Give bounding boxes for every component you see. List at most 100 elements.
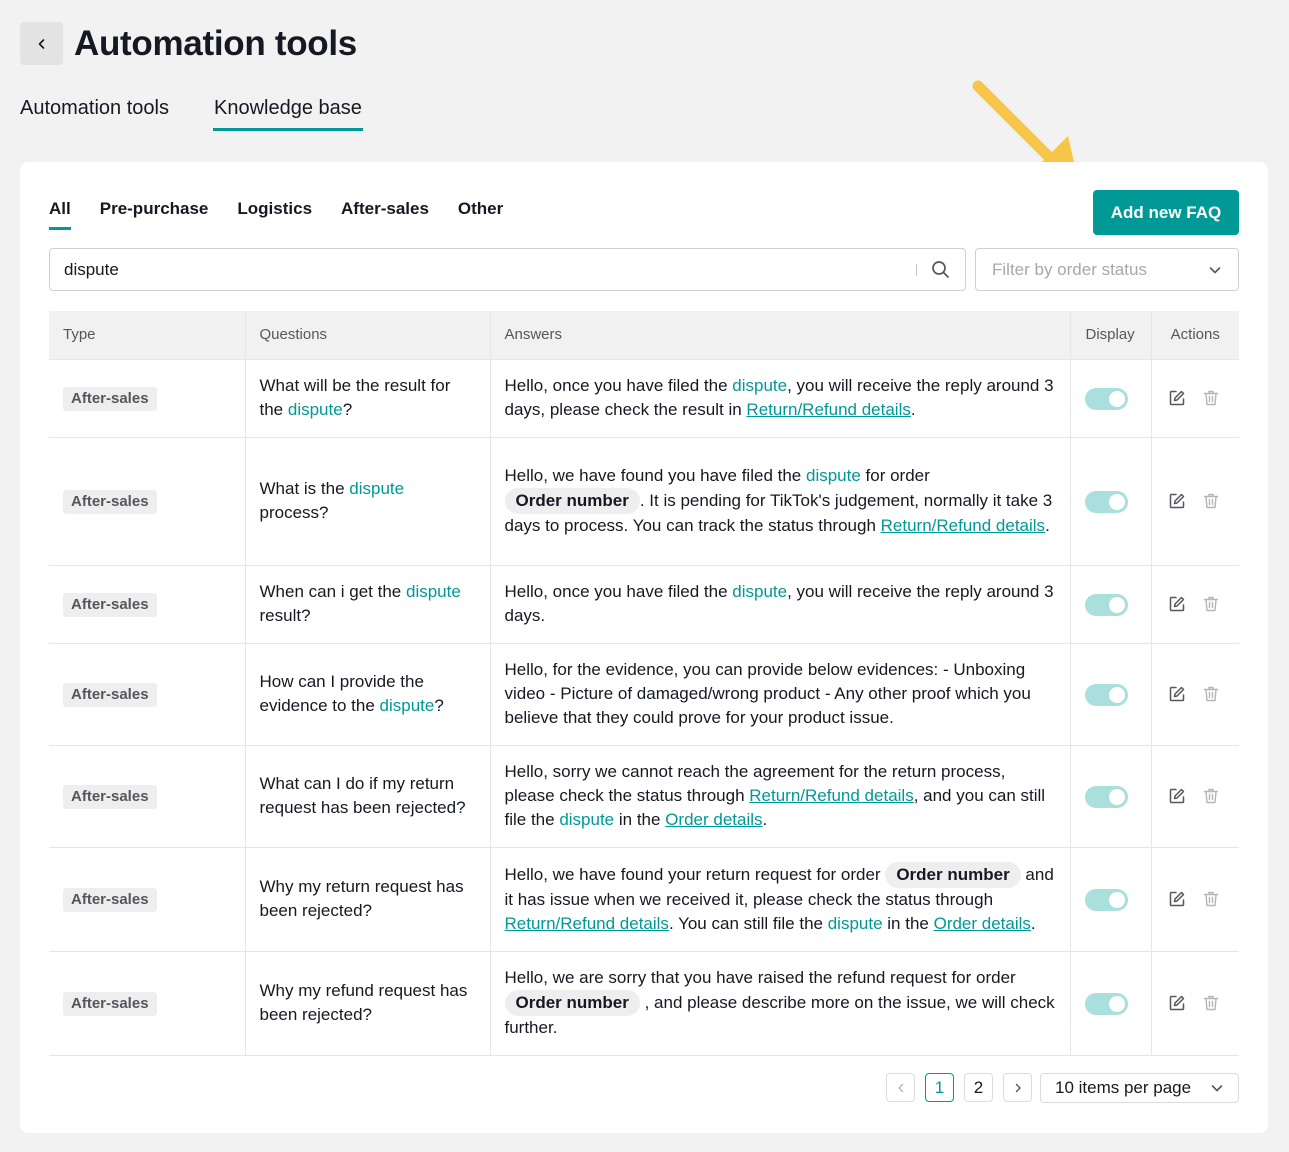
row-actions bbox=[1166, 685, 1226, 703]
category-tab-other[interactable]: Other bbox=[458, 198, 503, 230]
toggle-knob bbox=[1108, 788, 1125, 805]
trash-icon[interactable] bbox=[1202, 389, 1220, 407]
trash-icon[interactable] bbox=[1202, 595, 1220, 613]
knowledge-base-card: All Pre-purchase Logistics After-sales O… bbox=[20, 162, 1268, 1133]
type-cell: After-sales bbox=[49, 358, 246, 437]
detail-link[interactable]: Return/Refund details bbox=[746, 400, 910, 419]
trash-icon[interactable] bbox=[1202, 685, 1220, 703]
row-actions bbox=[1166, 595, 1226, 613]
text-segment: process? bbox=[259, 503, 329, 522]
actions-cell bbox=[1151, 846, 1239, 951]
question-cell: What is the dispute process? bbox=[245, 436, 491, 565]
detail-link[interactable]: Order details bbox=[665, 810, 762, 829]
answer-cell: Hello, we are sorry that you have raised… bbox=[490, 950, 1071, 1056]
row-actions bbox=[1166, 492, 1226, 510]
table-header-row: Type Questions Answers Display Actions bbox=[49, 311, 1239, 359]
keyword-highlight: dispute bbox=[732, 582, 788, 601]
table-row: After-sales What will be the result for t… bbox=[49, 358, 1239, 437]
edit-icon[interactable] bbox=[1168, 890, 1186, 908]
type-cell: After-sales bbox=[49, 744, 246, 847]
page-button-2[interactable]: 2 bbox=[964, 1073, 993, 1102]
filter-placeholder: Filter by order status bbox=[992, 259, 1147, 279]
type-badge: After-sales bbox=[63, 991, 157, 1016]
display-toggle[interactable] bbox=[1084, 593, 1128, 616]
table-row: After-sales What is the dispute process? H… bbox=[49, 436, 1239, 565]
actions-cell bbox=[1151, 358, 1239, 437]
detail-link[interactable]: Return/Refund details bbox=[749, 786, 913, 805]
back-button[interactable] bbox=[20, 22, 63, 65]
display-cell bbox=[1070, 564, 1152, 643]
text-segment: What can I do if my return request has b… bbox=[259, 774, 466, 817]
edit-icon[interactable] bbox=[1168, 492, 1186, 510]
edit-icon[interactable] bbox=[1168, 685, 1186, 703]
display-toggle[interactable] bbox=[1084, 683, 1128, 706]
answer-cell: Hello, once you have filed the dispute, … bbox=[490, 358, 1071, 437]
question-cell: What will be the result for the dispute? bbox=[245, 358, 491, 437]
category-tab-logistics[interactable]: Logistics bbox=[237, 198, 312, 230]
edit-icon[interactable] bbox=[1168, 389, 1186, 407]
add-new-faq-button[interactable]: Add new FAQ bbox=[1093, 190, 1239, 235]
actions-cell bbox=[1151, 950, 1239, 1056]
row-actions bbox=[1166, 389, 1226, 407]
row-actions bbox=[1166, 994, 1226, 1012]
trash-icon[interactable] bbox=[1202, 787, 1220, 805]
text-segment: Hello, for the evidence, you can provide… bbox=[504, 660, 1031, 727]
actions-cell bbox=[1151, 436, 1239, 565]
chevron-right-icon bbox=[1015, 1083, 1021, 1092]
items-per-page-select[interactable]: 10 items per page bbox=[1040, 1073, 1239, 1103]
table-row: After-sales Why my return request has bee… bbox=[49, 846, 1239, 951]
page-title: Automation tools bbox=[74, 24, 357, 63]
type-badge: After-sales bbox=[63, 887, 157, 912]
header-actions: Actions bbox=[1151, 311, 1239, 359]
display-cell bbox=[1070, 950, 1152, 1056]
text-segment: . bbox=[910, 400, 916, 419]
keyword-highlight: dispute bbox=[379, 696, 435, 715]
next-page-button[interactable] bbox=[1003, 1073, 1032, 1102]
trash-icon[interactable] bbox=[1202, 492, 1220, 510]
order-status-filter[interactable]: Filter by order status bbox=[975, 248, 1239, 291]
keyword-highlight: dispute bbox=[559, 810, 615, 829]
text-segment: What is the bbox=[259, 479, 350, 498]
text-segment: for order bbox=[860, 466, 930, 485]
display-toggle[interactable] bbox=[1084, 785, 1128, 808]
category-tab-after-sales[interactable]: After-sales bbox=[341, 198, 429, 230]
chevron-left-icon bbox=[897, 1083, 903, 1092]
display-toggle[interactable] bbox=[1084, 992, 1128, 1015]
detail-link[interactable]: Order details bbox=[934, 914, 1031, 933]
keyword-highlight: dispute bbox=[287, 400, 343, 419]
search-input[interactable] bbox=[50, 249, 916, 290]
keyword-highlight: dispute bbox=[732, 376, 788, 395]
page-button-1[interactable]: 1 bbox=[925, 1073, 954, 1102]
text-segment: Hello, once you have filed the bbox=[504, 582, 733, 601]
trash-icon[interactable] bbox=[1202, 994, 1220, 1012]
text-segment: Why my return request has been rejected? bbox=[259, 877, 464, 920]
category-tab-all[interactable]: All bbox=[49, 198, 71, 230]
edit-icon[interactable] bbox=[1168, 994, 1186, 1012]
text-segment: . bbox=[1045, 516, 1050, 535]
text-segment: Hello, once you have filed the bbox=[504, 376, 733, 395]
display-toggle[interactable] bbox=[1084, 888, 1128, 911]
display-cell bbox=[1070, 642, 1152, 745]
active-tab-indicator bbox=[213, 128, 363, 131]
order-number-chip: Order number bbox=[504, 488, 640, 514]
display-toggle[interactable] bbox=[1084, 490, 1128, 513]
prev-page-button[interactable] bbox=[886, 1073, 915, 1102]
display-cell bbox=[1070, 436, 1152, 565]
type-badge: After-sales bbox=[63, 489, 157, 514]
edit-icon[interactable] bbox=[1168, 595, 1186, 613]
answer-cell: Hello, we have found you have filed the … bbox=[490, 436, 1071, 565]
chevron-down-icon bbox=[1211, 1085, 1223, 1092]
edit-icon[interactable] bbox=[1168, 787, 1186, 805]
category-tab-pre-purchase[interactable]: Pre-purchase bbox=[100, 198, 209, 230]
detail-link[interactable]: Return/Refund details bbox=[881, 516, 1045, 535]
display-toggle[interactable] bbox=[1084, 387, 1128, 410]
display-cell bbox=[1070, 744, 1152, 847]
trash-icon[interactable] bbox=[1202, 890, 1220, 908]
question-cell: How can I provide the evidence to the di… bbox=[245, 642, 491, 745]
tab-automation-tools[interactable]: Automation tools bbox=[20, 94, 169, 122]
detail-link[interactable]: Return/Refund details bbox=[505, 914, 669, 933]
search-icon[interactable] bbox=[929, 259, 951, 281]
tab-knowledge-base[interactable]: Knowledge base bbox=[214, 94, 362, 122]
toggle-knob bbox=[1108, 995, 1125, 1012]
type-badge: After-sales bbox=[63, 592, 157, 617]
